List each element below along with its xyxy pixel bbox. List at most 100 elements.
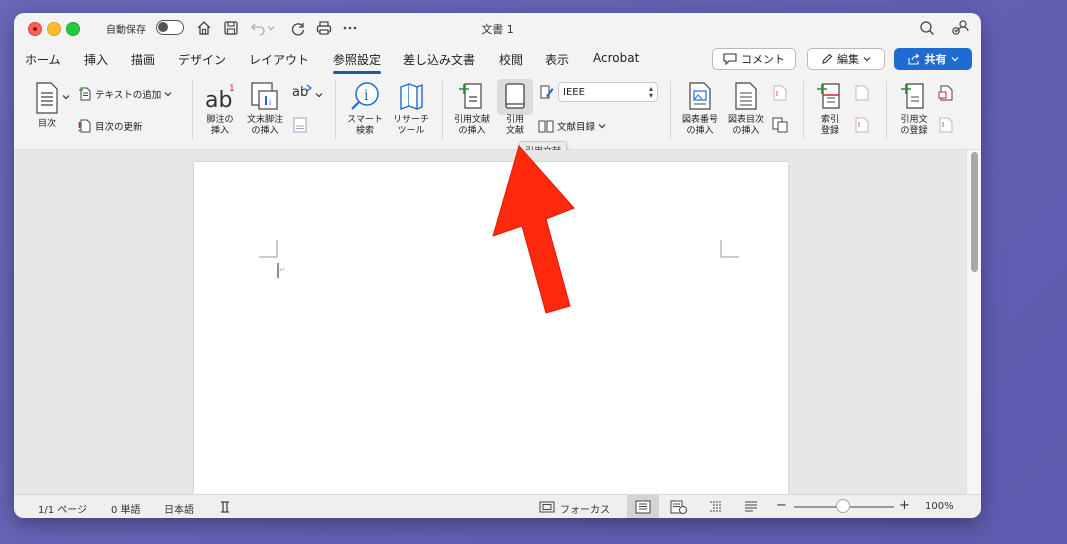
chevron-down-icon [951, 57, 958, 62]
mark-citation-button[interactable]: 引用文 の登録 [894, 81, 934, 137]
tab-review[interactable]: 校閲 [499, 51, 523, 68]
smart-lookup-button[interactable]: i スマート 検索 [342, 81, 388, 137]
svg-text:↵: ↵ [279, 266, 285, 274]
book-icon [505, 83, 525, 109]
tab-draw[interactable]: 描画 [131, 51, 155, 68]
endnote-icon: i [251, 82, 278, 110]
undo-dropdown-icon[interactable] [265, 18, 277, 38]
bibliography-button[interactable]: 文献目録 [538, 119, 606, 133]
word-count[interactable]: 0 単語 [111, 501, 141, 516]
insert-endnote-label: 文末脚注 の挿入 [246, 115, 283, 136]
tab-references[interactable]: 参照設定 [333, 51, 382, 74]
svg-text:i: i [269, 98, 271, 107]
print-icon[interactable] [314, 18, 334, 38]
insert-table-of-authorities-icon[interactable] [936, 83, 956, 103]
smart-lookup-icon: i [351, 82, 379, 110]
tab-mailings[interactable]: 差し込み文書 [403, 51, 475, 68]
mark-entry-button[interactable]: 索引 登録 [810, 81, 850, 137]
focus-icon[interactable] [537, 498, 557, 516]
insert-table-of-figures-button[interactable]: 図表目次 の挿入 [724, 81, 768, 137]
insert-citation-label: 引用文献 の挿入 [453, 115, 490, 136]
show-notes-icon[interactable] [290, 115, 310, 135]
document-canvas[interactable]: ↵ [14, 150, 981, 502]
toc-dropdown-icon[interactable] [60, 87, 72, 107]
researcher-button[interactable]: リサーチ ツール [388, 81, 434, 137]
citation-style-value: IEEE [563, 86, 585, 98]
zoom-slider-knob[interactable] [836, 499, 850, 513]
minimize-window-button[interactable] [47, 22, 61, 36]
svg-text:i: i [364, 88, 369, 104]
search-icon[interactable] [917, 18, 937, 38]
zoom-out-button[interactable]: − [776, 498, 787, 513]
word-window: 自動保存 文書 1 ホーム 挿入 描画 デザイン レイアウト 参照設定 差し込み… [14, 13, 981, 518]
ribbon-separator [335, 81, 336, 139]
accessibility-icon[interactable] [217, 498, 233, 516]
ribbon-separator [670, 81, 671, 139]
save-icon[interactable] [221, 18, 241, 38]
citation-sources-button[interactable]: 引用 文献 [497, 81, 533, 137]
add-text-button[interactable]: テキストの追加 [78, 87, 172, 101]
tab-view[interactable]: 表示 [545, 51, 569, 68]
document-page[interactable]: ↵ [194, 162, 788, 502]
edit-mode-button[interactable]: 編集 [807, 48, 885, 70]
title-bar: 自動保存 文書 1 [14, 13, 981, 43]
account-icon[interactable] [950, 18, 970, 38]
cross-reference-icon[interactable] [770, 115, 790, 135]
insert-index-icon[interactable] [852, 83, 872, 103]
insert-caption-icon [689, 82, 711, 110]
zoom-in-button[interactable]: + [899, 498, 910, 513]
tab-design[interactable]: デザイン [178, 51, 226, 68]
web-layout-icon[interactable] [669, 498, 689, 516]
ribbon-references: 目次 テキストの追加 目次の更新 ab 1 脚注の 挿入 i 文末脚注 の挿入 a… [14, 75, 981, 160]
vertical-scrollbar-thumb[interactable] [971, 152, 978, 272]
citation-sources-label: 引用 文献 [505, 115, 524, 136]
update-index-icon[interactable] [852, 115, 872, 135]
stepper-icon: ▴ ▾ [648, 84, 653, 100]
insert-footnote-button[interactable]: ab 1 脚注の 挿入 [200, 81, 240, 137]
outline-view-icon[interactable] [706, 498, 726, 516]
edit-label: 編集 [837, 53, 859, 66]
tab-acrobat[interactable]: Acrobat [593, 51, 639, 65]
mark-citation-icon [901, 83, 924, 109]
language-indicator[interactable]: 日本語 [164, 501, 194, 516]
update-toc-label: 目次の更新 [95, 122, 143, 133]
tab-home[interactable]: ホーム [25, 51, 61, 68]
update-table-of-authorities-icon[interactable] [936, 115, 956, 135]
insert-caption-button[interactable]: 図表番号 の挿入 [678, 81, 722, 137]
tab-insert[interactable]: 挿入 [84, 51, 108, 68]
update-toc-button[interactable]: 目次の更新 [78, 119, 143, 133]
share-button[interactable]: 共有 [894, 48, 972, 70]
table-of-figures-icon [735, 82, 757, 110]
mark-entry-label: 索引 登録 [820, 115, 839, 136]
page-count[interactable]: 1/1 ページ [38, 501, 87, 516]
comment-button[interactable]: コメント [712, 48, 796, 70]
print-layout-icon[interactable] [634, 498, 652, 516]
smart-lookup-label: スマート 検索 [347, 115, 383, 136]
mark-entry-icon [817, 83, 840, 109]
focus-label[interactable]: フォーカス [560, 501, 610, 516]
close-window-button[interactable] [28, 22, 42, 36]
autosave-toggle[interactable] [156, 20, 184, 35]
vertical-scrollbar-track[interactable] [966, 150, 981, 494]
home-icon[interactable] [194, 18, 214, 38]
comment-label: コメント [741, 53, 785, 66]
draft-view-icon[interactable] [741, 498, 761, 516]
insert-endnote-button[interactable]: i 文末脚注 の挿入 [243, 81, 287, 137]
redo-icon[interactable] [288, 18, 308, 38]
zoom-window-button[interactable] [66, 22, 80, 36]
insert-table-of-figures-label: 図表目次 の挿入 [727, 115, 764, 136]
share-label: 共有 [924, 53, 947, 66]
zoom-level[interactable]: 100% [925, 501, 954, 512]
insert-citation-button[interactable]: 引用文献 の挿入 [450, 81, 494, 137]
more-icon[interactable] [340, 18, 360, 38]
update-table-icon[interactable] [770, 83, 790, 103]
share-icon [907, 53, 919, 65]
insert-caption-label: 図表番号 の挿入 [681, 115, 718, 136]
tab-layout[interactable]: レイアウト [249, 51, 309, 68]
researcher-label: リサーチ ツール [392, 115, 429, 136]
next-footnote-dropdown-icon[interactable] [313, 85, 325, 105]
citation-style-select[interactable]: IEEE ▴ ▾ [558, 82, 658, 102]
style-icon [537, 82, 557, 102]
ribbon-separator [886, 81, 887, 139]
ribbon-separator [803, 81, 804, 139]
